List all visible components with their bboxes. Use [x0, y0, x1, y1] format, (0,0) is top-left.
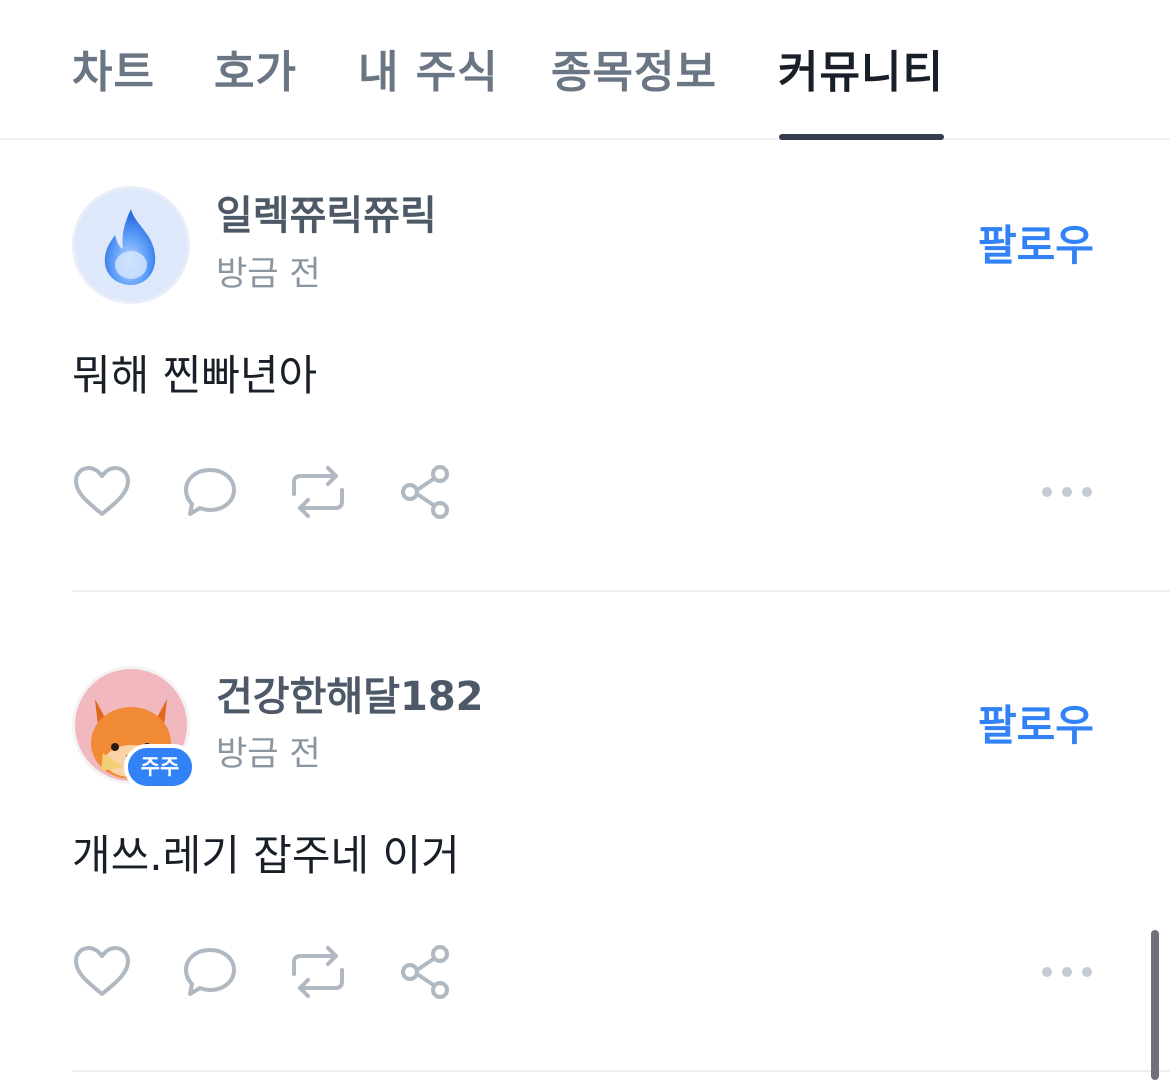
like-button[interactable]: [70, 460, 134, 524]
tab-community[interactable]: 커뮤니티: [778, 40, 944, 106]
scrollbar[interactable]: [1151, 930, 1159, 1080]
post-divider: [72, 1070, 1170, 1072]
comment-icon: [184, 468, 236, 516]
follow-button[interactable]: 팔로우: [978, 216, 1094, 276]
fire-icon: [104, 209, 156, 285]
post-content: 뭐해 찐빠년아: [72, 351, 318, 400]
like-button[interactable]: [70, 940, 134, 1004]
more-button[interactable]: [1040, 962, 1094, 982]
share-button[interactable]: [394, 460, 458, 524]
avatar[interactable]: [72, 186, 190, 304]
tab-bar: 차트 호가 내 주식 종목정보 커뮤니티: [0, 0, 1170, 140]
more-icon: [1042, 487, 1092, 497]
repost-icon: [292, 466, 344, 518]
post-time: 방금 전: [216, 734, 321, 774]
share-button[interactable]: [394, 940, 458, 1004]
more-button[interactable]: [1040, 482, 1094, 502]
username[interactable]: 일렉쮸릭쮸릭: [216, 188, 437, 244]
post-divider: [72, 590, 1170, 592]
share-icon: [401, 465, 449, 519]
heart-icon: [74, 466, 130, 516]
tab-orderbook[interactable]: 호가: [214, 40, 297, 106]
shareholder-badge: 주주: [124, 744, 196, 790]
heart-icon: [74, 946, 130, 996]
tab-chart[interactable]: 차트: [72, 40, 155, 106]
repost-button[interactable]: [286, 460, 350, 524]
tab-my-stock[interactable]: 내 주식: [358, 40, 499, 106]
comment-button[interactable]: [178, 940, 242, 1004]
comment-icon: [184, 948, 236, 996]
share-icon: [401, 945, 449, 999]
post-content: 개쓰.레기 잡주네 이거: [72, 831, 460, 880]
post-time: 방금 전: [216, 254, 321, 294]
more-icon: [1042, 967, 1092, 977]
username[interactable]: 건강한해달182: [216, 669, 484, 725]
comment-button[interactable]: [178, 460, 242, 524]
repost-icon: [292, 946, 344, 998]
active-tab-indicator: [779, 134, 944, 140]
repost-button[interactable]: [286, 940, 350, 1004]
tab-stock-info[interactable]: 종목정보: [551, 40, 717, 106]
follow-button[interactable]: 팔로우: [978, 696, 1094, 756]
